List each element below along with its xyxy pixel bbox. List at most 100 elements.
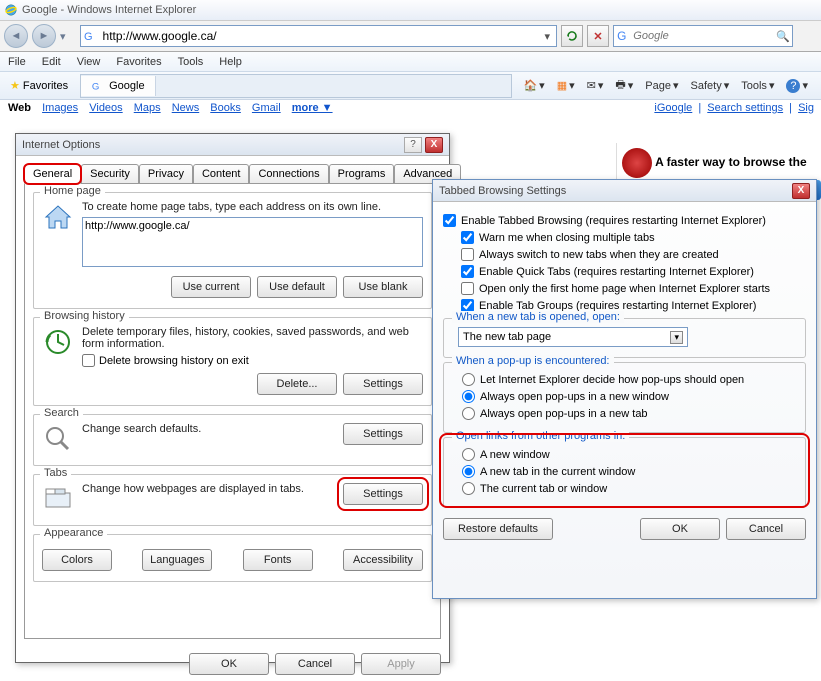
- rb-links-current-input[interactable]: [462, 482, 475, 495]
- cb-quick-tabs[interactable]: Enable Quick Tabs (requires restarting I…: [461, 263, 806, 280]
- rb-links-newtab-input[interactable]: [462, 465, 475, 478]
- window-title: Google - Windows Internet Explorer: [22, 4, 196, 16]
- cb-quick-tabs-input[interactable]: [461, 265, 474, 278]
- languages-button[interactable]: Languages: [142, 549, 212, 571]
- svg-text:G: G: [617, 29, 626, 43]
- cb-first-home-input[interactable]: [461, 282, 474, 295]
- accessibility-button[interactable]: Accessibility: [343, 549, 423, 571]
- rb-popup-newtab[interactable]: Always open pop-ups in a new tab: [452, 405, 797, 422]
- rb-popup-newtab-input[interactable]: [462, 407, 475, 420]
- rb-links-newwin-label: A new window: [480, 449, 550, 461]
- history-settings-button[interactable]: Settings: [343, 373, 423, 395]
- gnav-images[interactable]: Images: [42, 102, 78, 114]
- gnav-maps[interactable]: Maps: [134, 102, 161, 114]
- search-desc: Change search defaults.: [82, 423, 335, 435]
- gnav-more[interactable]: more ▼: [292, 102, 333, 114]
- back-button[interactable]: ◄: [4, 24, 28, 48]
- menu-view[interactable]: View: [77, 56, 101, 68]
- delete-on-exit-checkbox[interactable]: [82, 354, 95, 367]
- url-dropdown-icon[interactable]: ▾: [540, 30, 554, 43]
- cb-first-home[interactable]: Open only the first home page when Inter…: [461, 280, 806, 297]
- gnav-gmail[interactable]: Gmail: [252, 102, 281, 114]
- io-help-button[interactable]: ?: [404, 137, 422, 153]
- rss-icon: ▦: [557, 79, 567, 92]
- rb-popup-newtab-label: Always open pop-ups in a new tab: [480, 408, 648, 420]
- gnav-web[interactable]: Web: [8, 102, 31, 114]
- cb-switch-new-input[interactable]: [461, 248, 474, 261]
- tb-title: Tabbed Browsing Settings: [439, 185, 566, 197]
- io-close-button[interactable]: X: [425, 137, 443, 153]
- use-default-button[interactable]: Use default: [257, 276, 337, 298]
- tab-privacy[interactable]: Privacy: [139, 164, 193, 183]
- safety-menu[interactable]: Safety▾: [686, 76, 735, 95]
- search-input[interactable]: [633, 30, 776, 42]
- menu-favorites[interactable]: Favorites: [116, 56, 161, 68]
- menu-file[interactable]: File: [8, 56, 26, 68]
- rb-popup-newwin[interactable]: Always open pop-ups in a new window: [452, 388, 797, 405]
- rb-popup-newwin-input[interactable]: [462, 390, 475, 403]
- history-delete-button[interactable]: Delete...: [257, 373, 337, 395]
- gnav-videos[interactable]: Videos: [89, 102, 122, 114]
- search-go-icon[interactable]: 🔍: [776, 30, 790, 43]
- rb-links-current[interactable]: The current tab or window: [452, 480, 797, 497]
- refresh-button[interactable]: [561, 25, 583, 47]
- gnav-books[interactable]: Books: [210, 102, 241, 114]
- cb-switch-new[interactable]: Always switch to new tabs when they are …: [461, 246, 806, 263]
- homepage-input[interactable]: [82, 217, 423, 267]
- tb-ok-button[interactable]: OK: [640, 518, 720, 540]
- use-blank-button[interactable]: Use blank: [343, 276, 423, 298]
- newtab-dropdown[interactable]: The new tab page ▾: [458, 327, 688, 347]
- recent-dropdown-icon[interactable]: ▾: [60, 30, 66, 43]
- mail-button[interactable]: ✉▾: [582, 76, 609, 95]
- rb-links-newtab[interactable]: A new tab in the current window: [452, 463, 797, 480]
- browser-tab[interactable]: G Google: [81, 76, 155, 96]
- star-icon: ★: [10, 79, 20, 92]
- address-bar[interactable]: G ▾: [80, 25, 557, 47]
- io-ok-button[interactable]: OK: [189, 653, 269, 675]
- use-current-button[interactable]: Use current: [171, 276, 251, 298]
- delete-on-exit[interactable]: Delete browsing history on exit: [82, 354, 423, 367]
- help-button[interactable]: ?▾: [781, 76, 813, 96]
- tab-content[interactable]: Content: [193, 164, 250, 183]
- window-titlebar: Google - Windows Internet Explorer: [0, 0, 821, 20]
- fonts-button[interactable]: Fonts: [243, 549, 313, 571]
- rb-popup-ie[interactable]: Let Internet Explorer decide how pop-ups…: [452, 371, 797, 388]
- tools-menu[interactable]: Tools▾: [736, 76, 779, 95]
- favorites-button[interactable]: ★ Favorites: [4, 77, 74, 94]
- rb-popup-ie-input[interactable]: [462, 373, 475, 386]
- gnav-news[interactable]: News: [172, 102, 200, 114]
- cb-enable-tabbed-input[interactable]: [443, 214, 456, 227]
- cb-warn-closing[interactable]: Warn me when closing multiple tabs: [461, 229, 806, 246]
- rb-links-newwin[interactable]: A new window: [452, 446, 797, 463]
- home-button[interactable]: 🏠▾: [518, 76, 549, 95]
- cb-enable-tabbed[interactable]: Enable Tabbed Browsing (requires restart…: [443, 212, 806, 229]
- search-box[interactable]: G 🔍: [613, 25, 793, 47]
- menu-help[interactable]: Help: [219, 56, 242, 68]
- link-search-settings[interactable]: Search settings: [707, 102, 783, 114]
- tabs-settings-button[interactable]: Settings: [343, 483, 423, 505]
- link-signin[interactable]: Sig: [798, 102, 814, 114]
- feeds-button[interactable]: ▦▾: [552, 76, 580, 95]
- print-button[interactable]: 🖶▾: [610, 73, 638, 98]
- menu-edit[interactable]: Edit: [42, 56, 61, 68]
- tab-programs[interactable]: Programs: [329, 164, 395, 183]
- tab-connections[interactable]: Connections: [249, 164, 328, 183]
- link-igoogle[interactable]: iGoogle: [654, 102, 692, 114]
- tab-security[interactable]: Security: [81, 164, 139, 183]
- stop-button[interactable]: ✕: [587, 25, 609, 47]
- menu-tools[interactable]: Tools: [178, 56, 204, 68]
- restore-defaults-button[interactable]: Restore defaults: [443, 518, 553, 540]
- cb-warn-closing-input[interactable]: [461, 231, 474, 244]
- io-cancel-button[interactable]: Cancel: [275, 653, 355, 675]
- search-settings-button[interactable]: Settings: [343, 423, 423, 445]
- rb-links-newwin-input[interactable]: [462, 448, 475, 461]
- url-input[interactable]: [103, 29, 541, 43]
- colors-button[interactable]: Colors: [42, 549, 112, 571]
- tb-close-button[interactable]: X: [792, 183, 810, 199]
- forward-button[interactable]: ►: [32, 24, 56, 48]
- tb-cancel-button[interactable]: Cancel: [726, 518, 806, 540]
- page-menu[interactable]: Page▾: [640, 76, 683, 95]
- tab-general[interactable]: General: [24, 164, 81, 184]
- io-apply-button[interactable]: Apply: [361, 653, 441, 675]
- homepage-group: Home page To create home page tabs, type…: [33, 192, 432, 309]
